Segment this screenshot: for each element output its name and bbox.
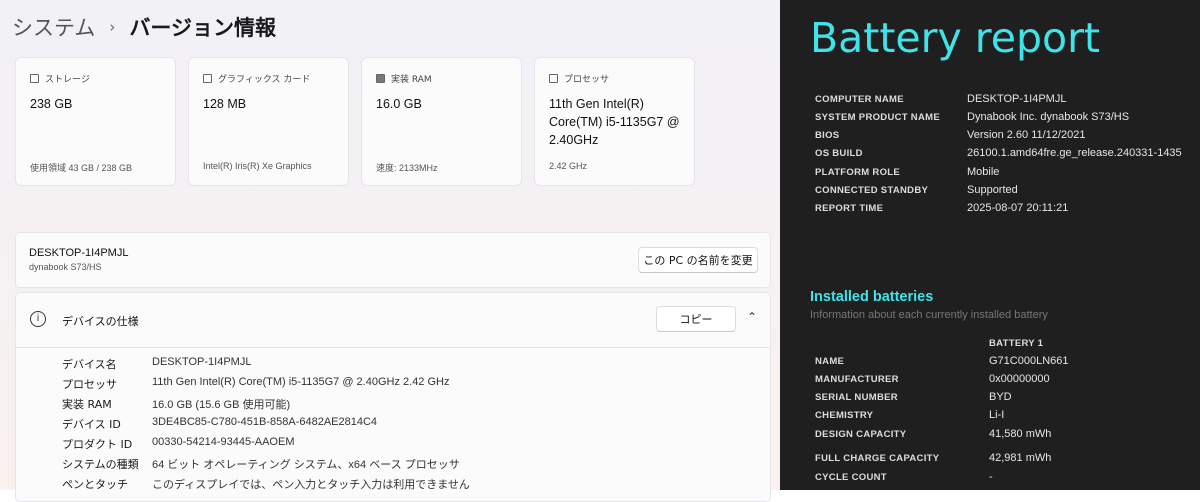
spec-key: デバイス名	[62, 358, 117, 371]
storage-card: ストレージ 238 GB 使用領域 43 GB / 238 GB	[15, 57, 176, 186]
card-footer: Intel(R) Iris(R) Xe Graphics	[203, 161, 312, 171]
spec-value: DESKTOP-1I4PMJL	[152, 356, 252, 368]
battery-row: CHEMISTRY Li-I	[815, 409, 1004, 421]
row-value: 41,580 mWh	[989, 428, 1052, 440]
spec-row: 実装 RAM 16.0 GB (15.6 GB 使用可能)	[62, 396, 290, 412]
row-value: 0x00000000	[989, 373, 1050, 385]
battery-report: Battery report COMPUTER NAME DESKTOP-1I4P…	[780, 0, 1200, 490]
card-value: 16.0 GB	[376, 97, 422, 111]
settings-window: システム › バージョン情報 ストレージ 238 GB 使用領域 43 GB /…	[0, 0, 780, 502]
system-row: COMPUTER NAME DESKTOP-1I4PMJL	[815, 93, 1066, 105]
row-key: PLATFORM ROLE	[815, 167, 900, 178]
row-key: BIOS	[815, 130, 840, 141]
page-title: バージョン情報	[129, 16, 276, 40]
ram-icon	[376, 74, 385, 83]
processor-card: プロセッサ 11th Gen Intel(R) Core(TM) i5-1135…	[534, 57, 695, 186]
spec-key: デバイス ID	[62, 418, 121, 431]
row-key: OS BUILD	[815, 148, 863, 159]
card-label: プロセッサ	[564, 75, 610, 85]
row-value: Li-I	[989, 409, 1005, 421]
rename-pc-button[interactable]: この PC の名前を変更	[638, 247, 758, 273]
breadcrumb-system[interactable]: システム	[12, 12, 95, 42]
card-value: 11th Gen Intel(R) Core(TM) i5-1135G7 @ 2…	[549, 97, 680, 147]
row-key: NAME	[815, 356, 845, 367]
row-value: 42,981 mWh	[989, 452, 1052, 464]
card-footer: 速度: 2133MHz	[376, 163, 438, 173]
system-row: BIOS Version 2.60 11/12/2021	[815, 129, 1085, 141]
row-key: DESIGN CAPACITY	[815, 429, 907, 440]
row-value: Mobile	[967, 166, 1000, 178]
pc-model: dynabook S73/HS	[29, 262, 102, 272]
pc-name: DESKTOP-1I4PMJL	[29, 247, 129, 259]
spec-key: システムの種類	[62, 458, 139, 471]
storage-icon	[30, 74, 39, 83]
spec-value: 00330-54214-93445-AAOEM	[152, 436, 295, 448]
row-value: Dynabook Inc. dynabook S73/HS	[967, 111, 1130, 123]
row-key: COMPUTER NAME	[815, 94, 904, 105]
row-value: 26100.1.amd64fre.ge_release.240331-1435	[967, 147, 1182, 159]
card-footer: 2.42 GHz	[549, 161, 588, 171]
row-value: DESKTOP-1I4PMJL	[967, 93, 1067, 105]
spec-key: プロセッサ	[62, 378, 117, 391]
row-value: Supported	[967, 184, 1018, 196]
ram-card: 実装 RAM 16.0 GB 速度: 2133MHz	[361, 57, 522, 186]
row-key: FULL CHARGE CAPACITY	[815, 453, 940, 464]
battery-column-header: BATTERY 1	[989, 338, 1044, 349]
spec-value: 11th Gen Intel(R) Core(TM) i5-1135G7 @ 2…	[152, 376, 450, 388]
processor-icon	[549, 74, 558, 83]
spec-value: 3DE4BC85-C780-451B-858A-6482AE2814C4	[152, 416, 378, 428]
pc-name-panel: DESKTOP-1I4PMJL dynabook S73/HS この PC の名…	[15, 232, 771, 288]
spec-key: 実装 RAM	[62, 398, 112, 411]
card-label: グラフィックス カード	[218, 75, 311, 85]
spec-row: デバイス名 DESKTOP-1I4PMJL	[62, 356, 251, 372]
row-key: CONNECTED STANDBY	[815, 185, 929, 196]
system-row: PLATFORM ROLE Mobile	[815, 166, 999, 178]
report-title: Battery report	[810, 14, 1101, 62]
system-row: REPORT TIME 2025-08-07 20:11:21	[815, 202, 1068, 214]
row-value: BYD	[989, 391, 1012, 403]
installed-batteries-subtitle: Information about each currently install…	[810, 309, 1048, 321]
chevron-up-icon[interactable]: ⌃	[747, 310, 757, 324]
row-value: 2025-08-07 20:11:21	[967, 202, 1069, 214]
battery-row: CYCLE COUNT -	[815, 471, 993, 483]
battery-row: FULL CHARGE CAPACITY 42,981 mWh	[815, 452, 1051, 464]
graphics-card-icon	[203, 74, 212, 83]
card-label: 実装 RAM	[391, 75, 432, 85]
row-key: REPORT TIME	[815, 203, 884, 214]
row-key: SYSTEM PRODUCT NAME	[815, 112, 940, 123]
breadcrumb: システム › バージョン情報	[12, 12, 276, 42]
spec-row: システムの種類 64 ビット オペレーティング システム、x64 ベース プロセッ…	[62, 456, 460, 472]
row-value: -	[989, 471, 993, 483]
row-key: MANUFACTURER	[815, 374, 899, 385]
spec-row: プロセッサ 11th Gen Intel(R) Core(TM) i5-1135G…	[62, 376, 449, 392]
card-footer: 使用領域 43 GB / 238 GB	[30, 163, 133, 173]
copy-button[interactable]: コピー	[656, 306, 736, 332]
info-icon: i	[30, 311, 46, 327]
battery-row: DESIGN CAPACITY 41,580 mWh	[815, 428, 1051, 440]
spec-value: 16.0 GB (15.6 GB 使用可能)	[152, 399, 291, 411]
row-key: SERIAL NUMBER	[815, 392, 898, 403]
installed-batteries-heading: Installed batteries	[810, 289, 934, 305]
spec-key: プロダクト ID	[62, 438, 133, 451]
system-row: SYSTEM PRODUCT NAME Dynabook Inc. dynaboo…	[815, 111, 1129, 123]
row-key: CHEMISTRY	[815, 410, 874, 421]
card-label: ストレージ	[45, 75, 90, 85]
system-row: OS BUILD 26100.1.amd64fre.ge_release.2403…	[815, 147, 1182, 159]
card-value: 238 GB	[30, 97, 73, 111]
chevron-right-icon: ›	[109, 18, 116, 36]
device-spec-title: デバイスの仕様	[62, 315, 139, 328]
system-row: CONNECTED STANDBY Supported	[815, 184, 1018, 196]
row-value: G71C000LN661	[989, 355, 1069, 367]
card-value: 128 MB	[203, 97, 247, 111]
spec-value: 64 ビット オペレーティング システム、x64 ベース プロセッサ	[152, 459, 460, 471]
graphics-card: グラフィックス カード 128 MB Intel(R) Iris(R) Xe G…	[188, 57, 349, 186]
row-key: CYCLE COUNT	[815, 472, 887, 483]
row-value: Version 2.60 11/12/2021	[967, 129, 1086, 141]
battery-row: SERIAL NUMBER BYD	[815, 391, 1012, 403]
battery-row: MANUFACTURER 0x00000000	[815, 373, 1050, 385]
spec-row: デバイス ID 3DE4BC85-C780-451B-858A-6482AE281…	[62, 416, 377, 432]
spec-row: プロダクト ID 00330-54214-93445-AAOEM	[62, 436, 294, 452]
battery-row: NAME G71C000LN661	[815, 355, 1069, 367]
device-spec-header[interactable]: i デバイスの仕様 コピー ⌃	[16, 293, 770, 348]
